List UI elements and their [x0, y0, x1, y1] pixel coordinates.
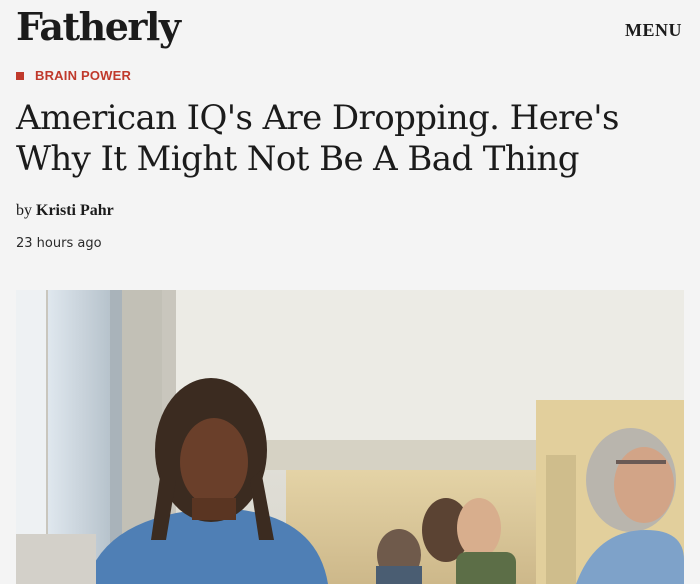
category-label: BRAIN POWER	[35, 68, 132, 83]
byline: by Kristi Pahr	[16, 202, 114, 220]
site-header: Fatherly MENU	[0, 0, 700, 60]
article-headline: American IQ's Are Dropping. Here's Why I…	[16, 98, 620, 179]
category-tag[interactable]: BRAIN POWER	[16, 68, 131, 83]
author-link[interactable]: Kristi Pahr	[36, 202, 114, 219]
hero-image	[16, 290, 684, 584]
publish-time: 23 hours ago	[16, 236, 102, 251]
category-square-icon	[16, 71, 24, 80]
site-logo[interactable]: Fatherly	[16, 4, 181, 49]
byline-prefix: by	[16, 202, 32, 219]
menu-button[interactable]: MENU	[625, 20, 682, 41]
